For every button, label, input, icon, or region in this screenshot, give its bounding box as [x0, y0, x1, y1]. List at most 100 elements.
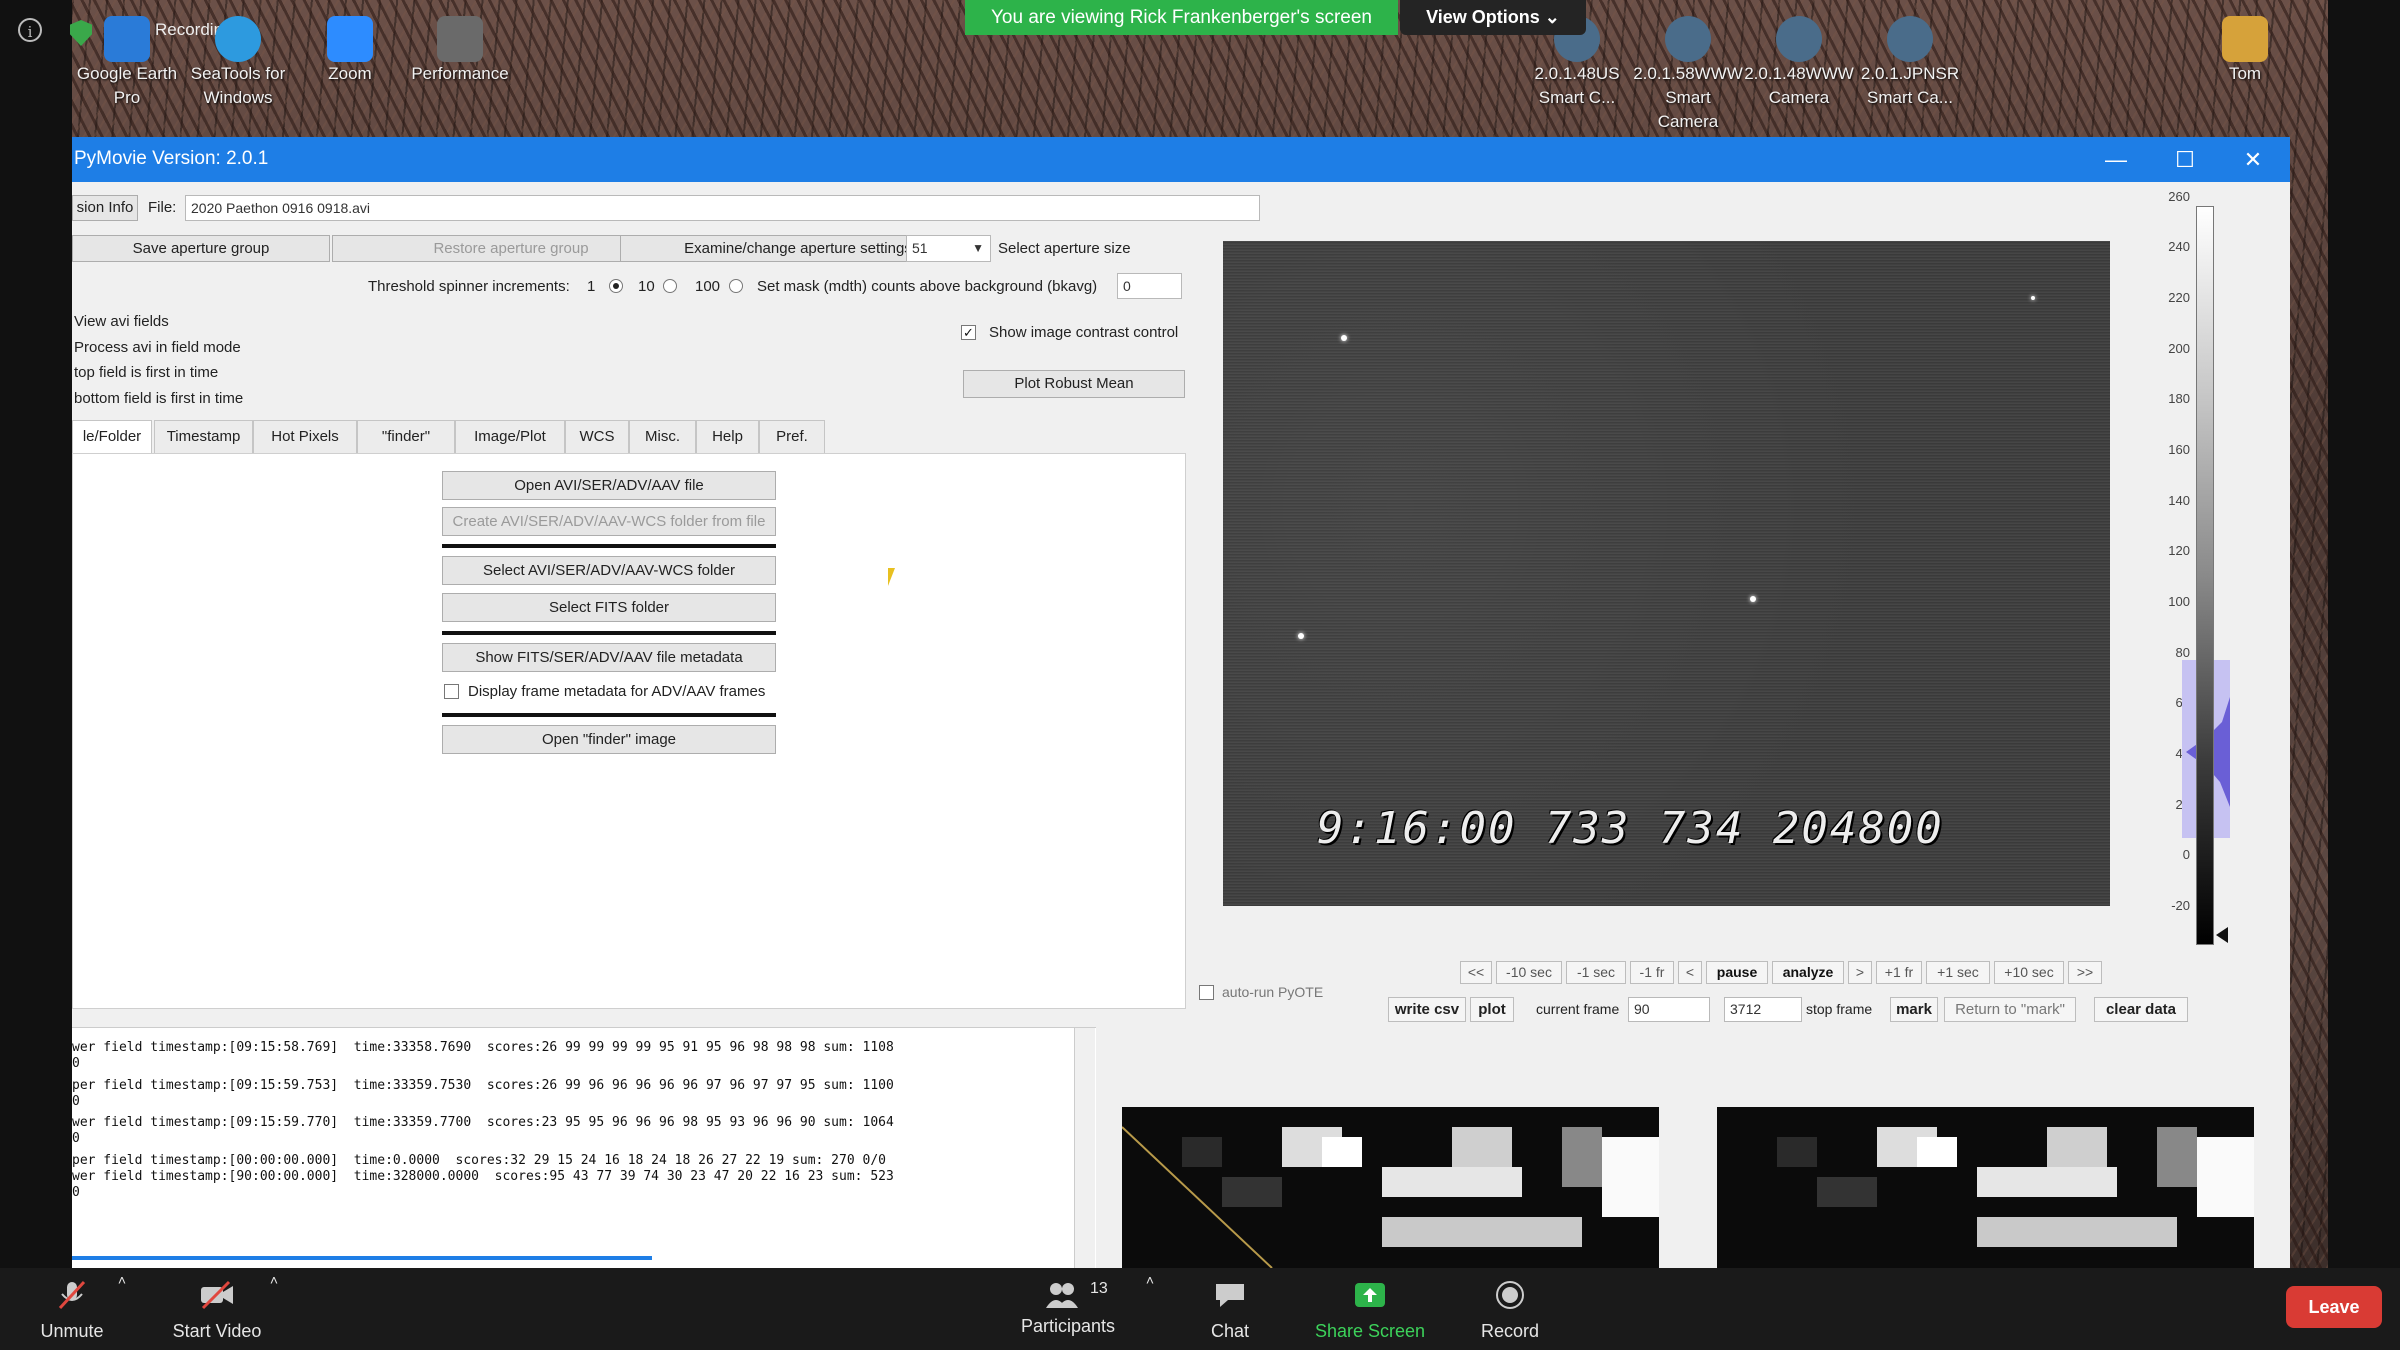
tab-hot-pixels[interactable]: Hot Pixels — [253, 420, 357, 453]
desktop-icon-label: 2.0.1.JPNSR Smart Ca... — [1860, 64, 1960, 107]
histogram-tick: 100 — [2168, 594, 2190, 609]
desktop-icon-smart-camera-2[interactable]: 2.0.1.58WWW Smart Camera — [1633, 10, 1743, 134]
back-10-sec-button[interactable]: -10 sec — [1496, 961, 1562, 984]
stop-frame-label: stop frame — [1806, 1001, 1873, 1017]
desktop-icon-zoom[interactable]: Zoom — [295, 10, 405, 86]
field-option-top-first[interactable]: top field is first in time — [74, 364, 218, 381]
desktop-icon-seatools[interactable]: SeaTools for Windows — [183, 10, 293, 110]
show-contrast-checkbox[interactable]: ✓ — [961, 325, 976, 340]
aperture-size-select[interactable]: 51 ▼ — [906, 235, 991, 262]
plot-button[interactable]: plot — [1470, 997, 1514, 1022]
select-wcs-folder-button[interactable]: Select AVI/SER/ADV/AAV-WCS folder — [442, 556, 776, 585]
auto-run-pyote-checkbox[interactable] — [1199, 985, 1214, 1000]
write-csv-button[interactable]: write csv — [1388, 997, 1466, 1022]
aperture-thumbnail-right[interactable] — [1717, 1107, 2254, 1268]
increment-10-radio[interactable] — [663, 279, 677, 293]
histogram-tick: -20 — [2171, 898, 2190, 913]
contrast-gradient-bar[interactable] — [2196, 206, 2214, 945]
star-point — [2031, 296, 2035, 300]
record-button[interactable]: Record — [1470, 1268, 1550, 1350]
desktop-icon-google-earth[interactable]: Google Earth Pro — [72, 10, 182, 110]
increment-100-radio[interactable] — [729, 279, 743, 293]
stop-frame-field[interactable]: 3712 — [1724, 997, 1802, 1022]
audio-options-chevron-icon[interactable]: ˄ — [110, 1268, 134, 1298]
file-path-field[interactable]: 2020 Paethon 0916 0918.avi — [185, 195, 1260, 221]
field-option-process-field-mode[interactable]: Process avi in field mode — [74, 339, 241, 356]
aperture-thumbnail-left[interactable] — [1122, 1107, 1659, 1268]
tab-help[interactable]: Help — [696, 420, 759, 453]
histogram-tick: 120 — [2168, 543, 2190, 558]
select-fits-folder-button[interactable]: Select FITS folder — [442, 593, 776, 622]
minimize-button[interactable]: — — [2081, 137, 2151, 182]
camera-icon — [1776, 16, 1822, 62]
log-scrollbar[interactable] — [1074, 1028, 1095, 1268]
show-metadata-button[interactable]: Show FITS/SER/ADV/AAV file metadata — [442, 643, 776, 672]
close-button[interactable]: ✕ — [2218, 137, 2288, 182]
view-options-button[interactable]: View Options ⌄ — [1400, 0, 1586, 35]
star-point — [1298, 633, 1304, 639]
rewind-all-button[interactable]: << — [1460, 961, 1492, 984]
current-frame-label: current frame — [1536, 1001, 1620, 1017]
return-to-mark-button[interactable]: Return to "mark" — [1944, 997, 2076, 1022]
folder-icon — [2222, 16, 2268, 62]
participant-count: 13 — [1090, 1280, 1108, 1297]
histogram-tick: 80 — [2175, 645, 2190, 660]
forward-all-button[interactable]: >> — [2068, 961, 2102, 984]
video-options-chevron-icon[interactable]: ˄ — [262, 1268, 286, 1298]
horizontal-scroll-indicator[interactable] — [72, 1256, 652, 1260]
tab-timestamp[interactable]: Timestamp — [154, 420, 253, 453]
desktop-icon-tom[interactable]: Tom — [2190, 10, 2300, 86]
pause-button[interactable]: pause — [1706, 961, 1768, 984]
open-finder-image-button[interactable]: Open "finder" image — [442, 725, 776, 754]
tab-misc[interactable]: Misc. — [629, 420, 696, 453]
tab-image-plot[interactable]: Image/Plot — [455, 420, 565, 453]
open-file-button[interactable]: Open AVI/SER/ADV/AAV file — [442, 471, 776, 500]
desktop-icon-camera[interactable]: 2.0.1.48WWW Camera — [1744, 10, 1854, 110]
mask-value: 0 — [1123, 278, 1131, 294]
log-line: per field timestamp:[09:15:59.753] time:… — [72, 1078, 894, 1093]
clear-data-button[interactable]: clear data — [2094, 997, 2188, 1022]
forward-1-sec-button[interactable]: +1 sec — [1926, 961, 1990, 984]
current-frame-field[interactable]: 90 — [1628, 997, 1710, 1022]
level-handle-icon[interactable] — [2216, 927, 2228, 943]
forward-1-frame-button[interactable]: +1 fr — [1876, 961, 1922, 984]
version-info-button[interactable]: sion Info — [72, 195, 138, 221]
participants-options-chevron-icon[interactable]: ˄ — [1138, 1268, 1162, 1298]
video-frame-display[interactable]: 9:16:00 733 734 204800 — [1223, 241, 2110, 906]
tab-file-folder[interactable]: le/Folder — [72, 420, 152, 455]
desktop-icon-smart-camera-3[interactable]: 2.0.1.JPNSR Smart Ca... — [1855, 10, 1965, 110]
log-line: 0 — [72, 1131, 80, 1146]
field-option-view-avi-fields[interactable]: View avi fields — [74, 313, 169, 330]
desktop-icon-label: 2.0.1.48US Smart C... — [1534, 64, 1620, 107]
forward-10-sec-button[interactable]: +10 sec — [1994, 961, 2064, 984]
step-back-button[interactable]: < — [1678, 961, 1702, 984]
log-output-panel[interactable]: wer field timestamp:[09:15:58.769] time:… — [72, 1027, 1096, 1268]
start-video-button[interactable]: Start Video — [160, 1268, 274, 1350]
back-1-frame-button[interactable]: -1 fr — [1630, 961, 1674, 984]
mark-button[interactable]: mark — [1890, 997, 1938, 1022]
mask-spinner[interactable]: 0 — [1117, 273, 1182, 299]
unmute-button[interactable]: Unmute — [30, 1268, 114, 1350]
increment-100-label: 100 — [695, 278, 721, 295]
desktop-icon-performance[interactable]: Performance — [405, 10, 515, 86]
analyze-button[interactable]: analyze — [1772, 961, 1844, 984]
chat-button[interactable]: Chat — [1190, 1268, 1270, 1350]
field-option-bottom-first[interactable]: bottom field is first in time — [74, 390, 243, 407]
plot-robust-mean-button[interactable]: Plot Robust Mean — [963, 370, 1185, 398]
participants-button[interactable]: 13 Participants — [1010, 1268, 1126, 1350]
step-forward-button[interactable]: > — [1848, 961, 1872, 984]
leave-meeting-button[interactable]: Leave — [2286, 1286, 2382, 1328]
zoom-meeting-toolbar: Unmute ˄ Start Video ˄ 13 Participants ˄… — [0, 1268, 2400, 1350]
info-icon[interactable]: i — [18, 18, 42, 42]
star-point — [1750, 596, 1756, 602]
maximize-button[interactable]: ☐ — [2150, 137, 2220, 182]
share-screen-button[interactable]: Share Screen — [1300, 1268, 1440, 1350]
create-wcs-folder-button[interactable]: Create AVI/SER/ADV/AAV-WCS folder from f… — [442, 507, 776, 536]
display-frame-metadata-checkbox[interactable] — [444, 684, 459, 699]
increment-1-radio[interactable] — [609, 279, 623, 293]
tab-pref[interactable]: Pref. — [759, 420, 825, 453]
back-1-sec-button[interactable]: -1 sec — [1566, 961, 1626, 984]
tab-wcs[interactable]: WCS — [565, 420, 629, 453]
save-aperture-group-button[interactable]: Save aperture group — [72, 235, 330, 262]
tab-finder[interactable]: "finder" — [357, 420, 455, 453]
